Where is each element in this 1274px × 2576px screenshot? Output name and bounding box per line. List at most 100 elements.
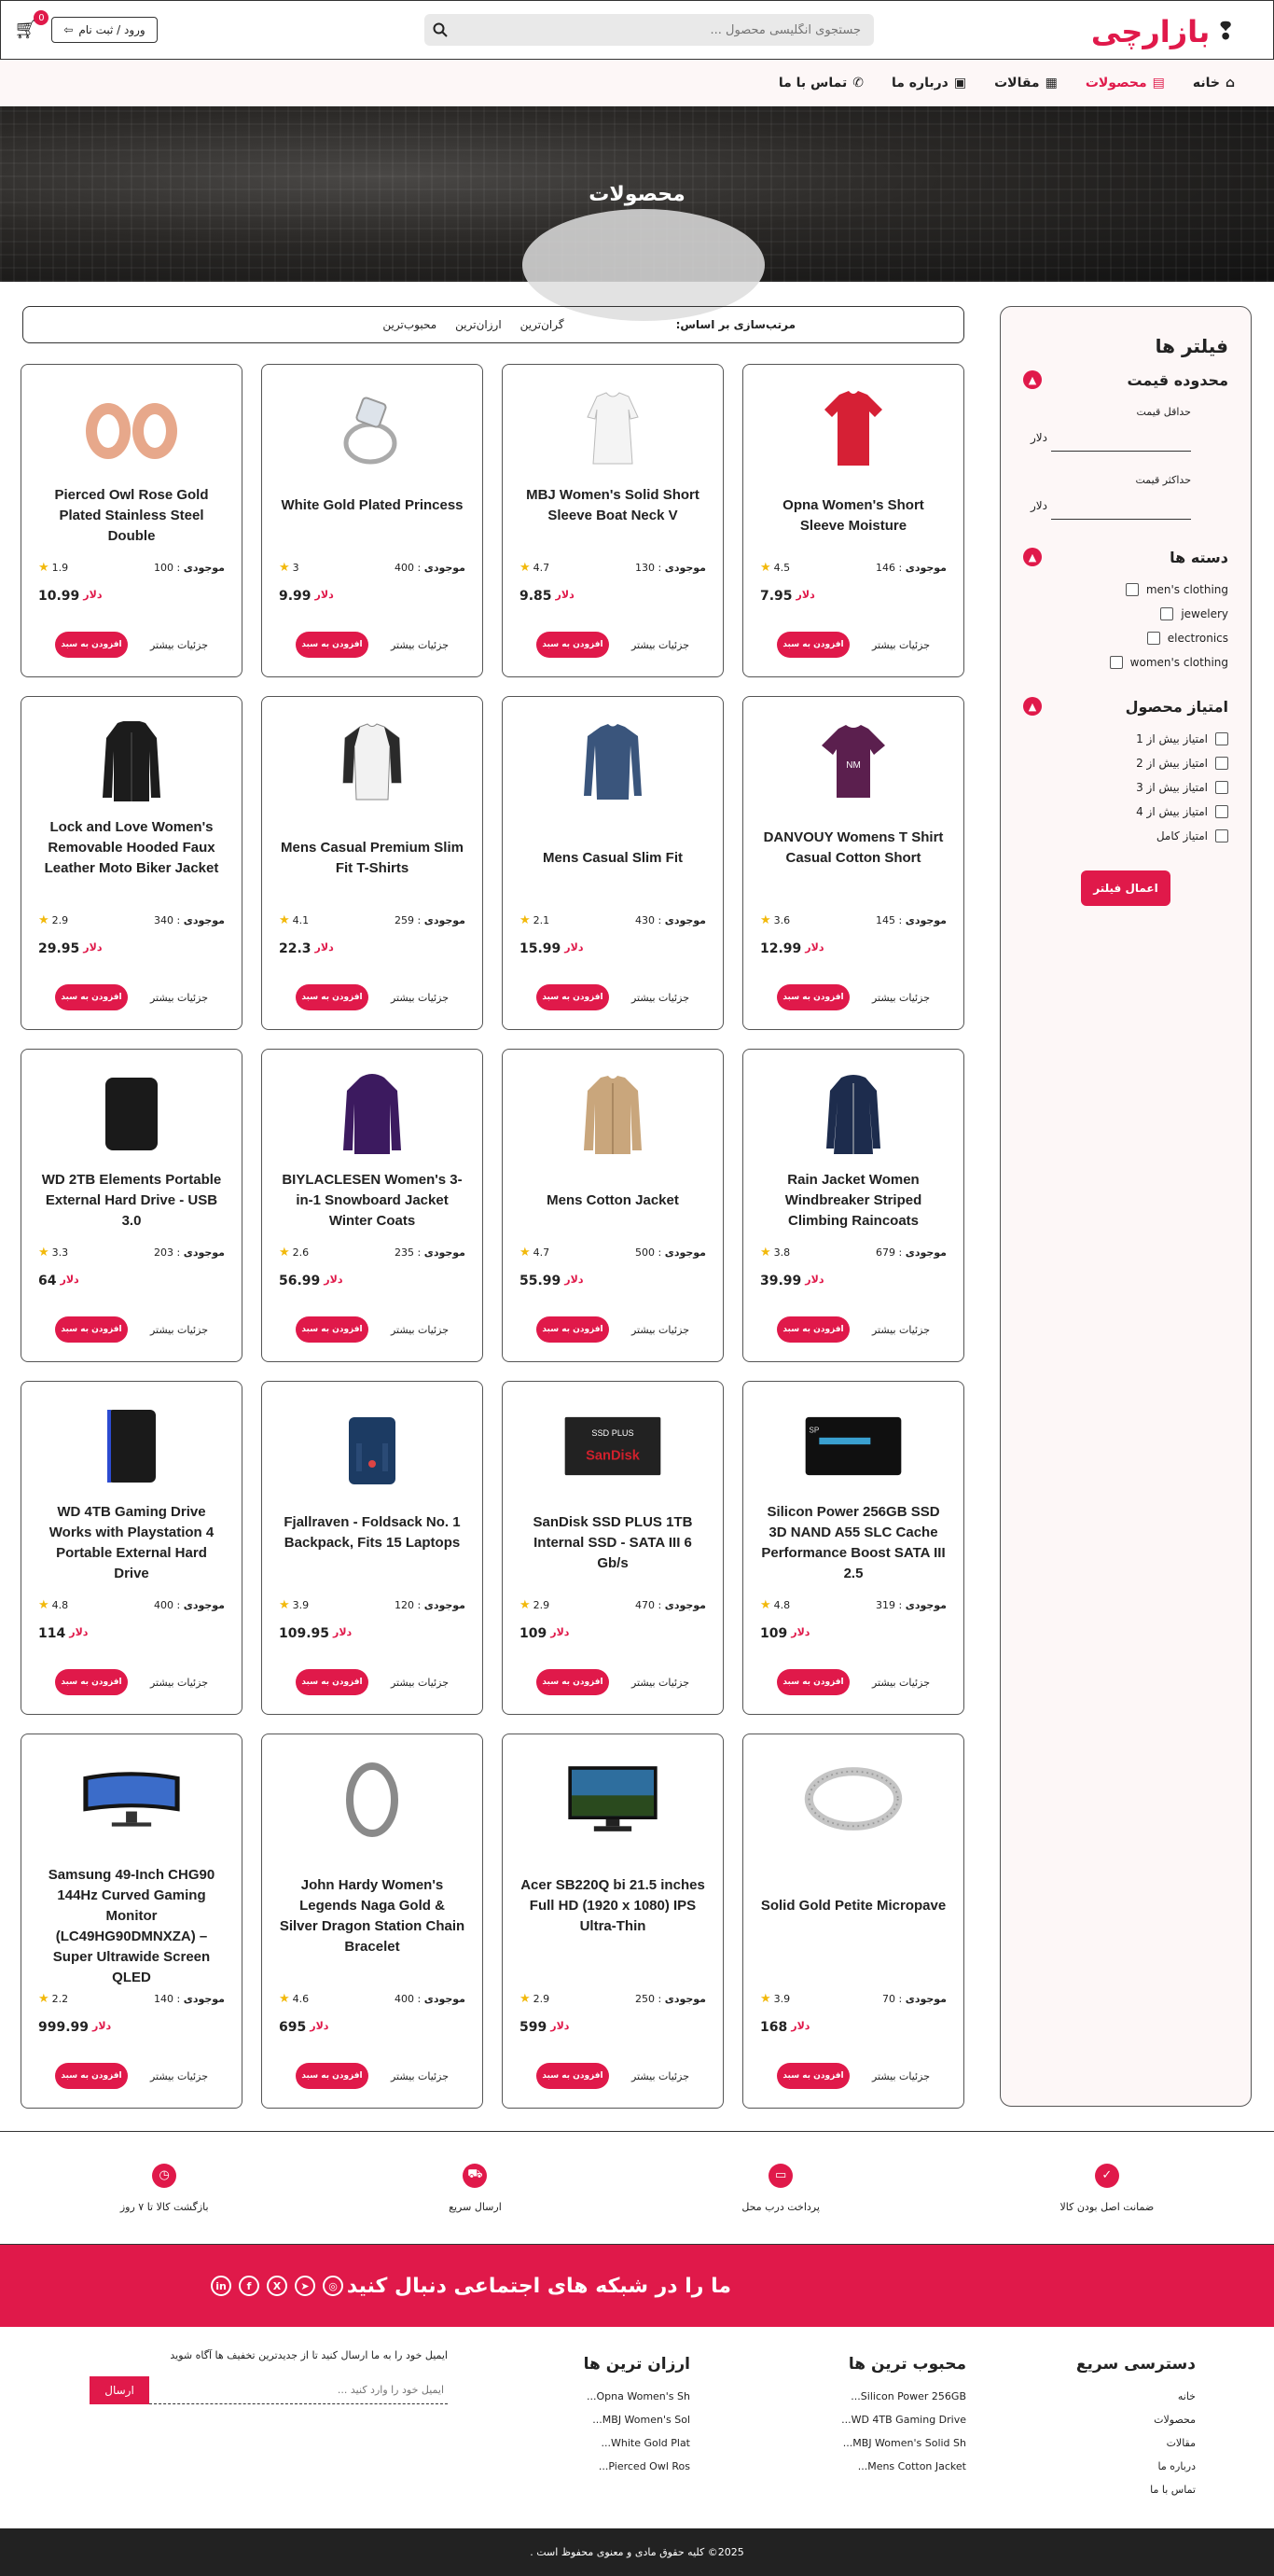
product-title[interactable]: WD 2TB Elements Portable External Hard D… [38,1170,225,1232]
details-link[interactable]: جزئیات بیشتر [631,639,689,651]
product-image[interactable] [802,1757,905,1841]
collapse-toggle-icon[interactable]: ▲ [1023,697,1042,716]
product-card[interactable]: Opna Women's Short Sleeve Moisture موجودی… [742,364,964,677]
product-title[interactable]: DANVOUY Womens T Shirt Casual Cotton Sho… [760,828,947,869]
product-image[interactable] [80,719,183,803]
add-to-cart-button[interactable]: افزودن به سبد [296,984,368,1010]
add-to-cart-button[interactable]: افزودن به سبد [777,1669,850,1695]
product-card[interactable]: Acer SB220Q bi 21.5 inches Full HD (1920… [502,1734,724,2109]
footer-link[interactable]: WD 4TB Gaming Drive... [841,2414,966,2426]
site-logo[interactable]: ❢ بازارچی [1091,14,1236,49]
checkbox[interactable] [1215,829,1228,842]
rating-checkbox[interactable]: امتیاز کامل [1023,829,1228,842]
add-to-cart-button[interactable]: افزودن به سبد [536,984,609,1010]
details-link[interactable]: جزئیات بیشتر [631,992,689,1004]
product-card[interactable]: WD 4TB Gaming Drive Works with Playstati… [21,1381,242,1715]
nav-about[interactable]: ▣ درباره ما [892,76,966,91]
checkbox[interactable] [1215,805,1228,818]
product-image[interactable] [321,719,423,803]
details-link[interactable]: جزئیات بیشتر [391,1677,449,1689]
product-card[interactable]: Rain Jacket Women Windbreaker Striped Cl… [742,1049,964,1362]
footer-link[interactable]: Mens Cotton Jacket... [841,2460,966,2472]
search-icon[interactable] [424,14,456,46]
collapse-toggle-icon[interactable]: ▲ [1023,548,1042,566]
details-link[interactable]: جزئیات بیشتر [872,1324,930,1336]
footer-link[interactable]: Silicon Power 256GB... [841,2390,966,2402]
rating-checkbox[interactable]: امتیاز بیش از 3 [1023,781,1228,794]
newsletter-submit-button[interactable]: ارسال [90,2376,149,2404]
product-image[interactable] [80,387,183,471]
add-to-cart-button[interactable]: افزودن به سبد [536,1669,609,1695]
linkedin-icon[interactable]: in [211,2276,231,2296]
product-card[interactable]: Mens Casual Premium Slim Fit T-Shirts موج… [261,696,483,1030]
add-to-cart-button[interactable]: افزودن به سبد [296,1316,368,1343]
footer-link[interactable]: Opna Women's Sh... [584,2390,690,2402]
details-link[interactable]: جزئیات بیشتر [872,1677,930,1689]
product-image[interactable] [321,1757,423,1841]
product-image[interactable] [561,719,664,803]
add-to-cart-button[interactable]: افزودن به سبد [55,1316,128,1343]
search-input[interactable] [456,14,874,46]
category-checkbox[interactable]: men's clothing [1023,583,1228,596]
product-title[interactable]: Pierced Owl Rose Gold Plated Stainless S… [38,485,225,547]
add-to-cart-button[interactable]: افزودن به سبد [536,2063,609,2089]
footer-link[interactable]: مقالات [1076,2437,1196,2449]
product-image[interactable] [321,1072,423,1156]
rating-checkbox[interactable]: امتیاز بیش از 4 [1023,805,1228,818]
details-link[interactable]: جزئیات بیشتر [391,992,449,1004]
add-to-cart-button[interactable]: افزودن به سبد [55,632,128,658]
checkbox[interactable] [1215,732,1228,745]
product-title[interactable]: White Gold Plated Princess [279,495,465,516]
footer-link[interactable]: تماس با ما [1076,2484,1196,2496]
details-link[interactable]: جزئیات بیشتر [872,992,930,1004]
add-to-cart-button[interactable]: افزودن به سبد [777,984,850,1010]
product-title[interactable]: WD 4TB Gaming Drive Works with Playstati… [38,1502,225,1584]
rating-checkbox[interactable]: امتیاز بیش از 1 [1023,732,1228,745]
product-card[interactable]: John Hardy Women's Legends Naga Gold & S… [261,1734,483,2109]
add-to-cart-button[interactable]: افزودن به سبد [777,1316,850,1343]
rating-checkbox[interactable]: امتیاز بیش از 2 [1023,757,1228,770]
product-title[interactable]: Mens Casual Slim Fit [519,848,706,869]
checkbox[interactable] [1146,632,1160,645]
apply-filter-button[interactable]: اعمال فیلتر [1081,870,1170,906]
login-button[interactable]: ورود / ثبت نام ⇦ [51,17,158,43]
nav-products[interactable]: ▤ محصولات [1086,76,1165,91]
x-twitter-icon[interactable]: X [267,2276,287,2296]
product-image[interactable] [802,1072,905,1156]
product-card[interactable]: BIYLACLESEN Women's 3-in-1 Snowboard Jac… [261,1049,483,1362]
product-title[interactable]: Fjallraven - Foldsack No. 1 Backpack, Fi… [279,1512,465,1553]
product-card[interactable]: Pierced Owl Rose Gold Plated Stainless S… [21,364,242,677]
add-to-cart-button[interactable]: افزودن به سبد [777,632,850,658]
details-link[interactable]: جزئیات بیشتر [391,639,449,651]
product-title[interactable]: John Hardy Women's Legends Naga Gold & S… [279,1875,465,1957]
product-title[interactable]: Acer SB220Q bi 21.5 inches Full HD (1920… [519,1875,706,1937]
sort-option-cheapest[interactable]: ارزان‌ترین [455,318,502,331]
product-card[interactable]: NM DANVOUY Womens T Shirt Casual Cotton S… [742,696,964,1030]
product-title[interactable]: BIYLACLESEN Women's 3-in-1 Snowboard Jac… [279,1170,465,1232]
details-link[interactable]: جزئیات بیشتر [631,1324,689,1336]
product-image[interactable]: SSD PLUS SanDisk [561,1404,664,1488]
product-card[interactable]: WD 2TB Elements Portable External Hard D… [21,1049,242,1362]
category-checkbox[interactable]: jewelery [1023,607,1228,620]
product-title[interactable]: Mens Cotton Jacket [519,1191,706,1211]
add-to-cart-button[interactable]: افزودن به سبد [536,632,609,658]
product-image[interactable]: NM [802,719,905,803]
product-image[interactable]: SP [802,1404,905,1488]
add-to-cart-button[interactable]: افزودن به سبد [296,632,368,658]
sort-option-popular[interactable]: محبوب‌ترین [382,318,436,331]
footer-link[interactable]: Pierced Owl Ros... [584,2460,690,2472]
product-card[interactable]: Mens Cotton Jacket موجودی : 500 ★ 4.7 55.99 د… [502,1049,724,1362]
category-checkbox[interactable]: women's clothing [1023,656,1228,669]
details-link[interactable]: جزئیات بیشتر [872,2070,930,2082]
footer-link[interactable]: خانه [1076,2390,1196,2402]
product-title[interactable]: MBJ Women's Solid Short Sleeve Boat Neck… [519,485,706,526]
footer-link[interactable]: MBJ Women's Sol... [584,2414,690,2426]
product-title[interactable]: Mens Casual Premium Slim Fit T-Shirts [279,838,465,879]
telegram-icon[interactable]: ➤ [295,2276,315,2296]
details-link[interactable]: جزئیات بیشتر [150,2070,208,2082]
checkbox[interactable] [1109,656,1123,669]
cart-button[interactable]: 🛒︎ 0 [14,10,49,40]
product-card[interactable]: SP Silicon Power 256GB SSD 3D NAND A55 SL… [742,1381,964,1715]
details-link[interactable]: جزئیات بیشتر [150,992,208,1004]
product-card[interactable]: White Gold Plated Princess موجودی : 400 ★ 3… [261,364,483,677]
